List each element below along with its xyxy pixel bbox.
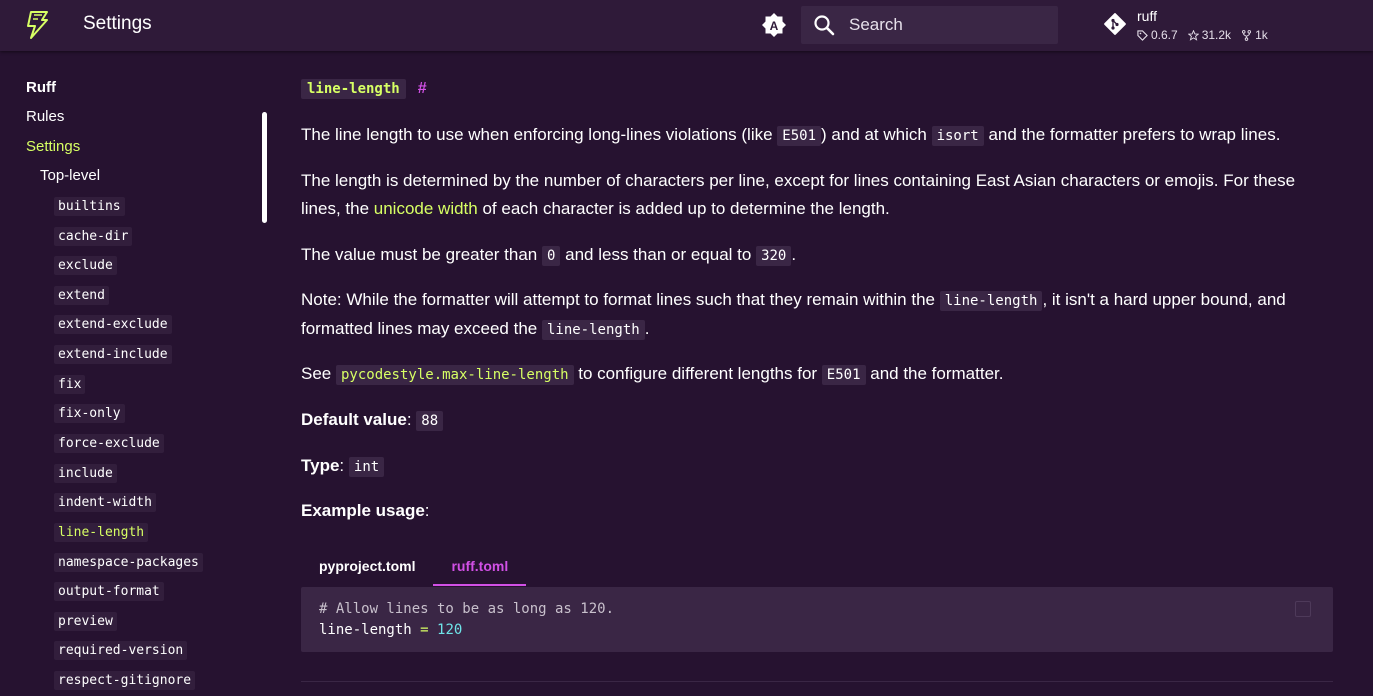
copy-icon[interactable] xyxy=(1295,601,1311,617)
sidebar-setting-builtins[interactable]: builtins xyxy=(54,197,125,216)
ruff-bolt-logo-icon[interactable] xyxy=(25,11,49,39)
search-input[interactable] xyxy=(849,6,1049,44)
setting-heading: line-length # xyxy=(301,79,427,99)
search-icon xyxy=(814,15,835,36)
sidebar-setting-namespace-packages[interactable]: namespace-packages xyxy=(54,553,203,572)
sidebar-setting-respect-gitignore[interactable]: respect-gitignore xyxy=(54,671,196,690)
sidebar-setting-cache-dir[interactable]: cache-dir xyxy=(54,227,133,246)
code-comment: # Allow lines to be as long as 120. xyxy=(319,601,615,617)
setting-title: line-length xyxy=(301,79,406,99)
sidebar-setting-indent-width[interactable]: indent-width xyxy=(54,493,156,512)
sidebar-setting-force-exclude[interactable]: force-exclude xyxy=(54,434,164,453)
repo-stars: 31.2k xyxy=(1187,28,1231,42)
sidebar-setting-include[interactable]: include xyxy=(54,464,117,483)
star-icon xyxy=(1187,29,1199,41)
pycodestyle-max-line-length-link[interactable]: pycodestyle.max-line-length xyxy=(335,365,574,385)
main-content: line-length # The line length to use whe… xyxy=(301,51,1341,696)
sidebar-nav: Ruff Rules Settings Top-level builtins c… xyxy=(0,51,270,696)
default-value: Default value: 88 xyxy=(301,406,1336,435)
description-paragraph-3: The value must be greater than 0 and les… xyxy=(301,245,797,266)
description-paragraph-5: See pycodestyle.max-line-length to confi… xyxy=(301,364,1004,385)
repo-name: ruff xyxy=(1137,8,1157,24)
repository-link[interactable]: ruff 0.6.7 31.2k 1k xyxy=(1103,8,1303,44)
sidebar-item-rules[interactable]: Rules xyxy=(26,108,64,125)
color-palette-icon[interactable]: A xyxy=(761,12,787,38)
git-icon xyxy=(1104,13,1126,35)
sidebar-setting-extend-exclude[interactable]: extend-exclude xyxy=(54,315,172,334)
repo-forks: 1k xyxy=(1241,28,1268,42)
sidebar-item-top-level[interactable]: Top-level xyxy=(40,167,100,184)
sidebar-item-ruff[interactable]: Ruff xyxy=(26,79,56,96)
description-paragraph-2: The length is determined by the number o… xyxy=(301,171,1296,218)
example-tabs: pyproject.toml ruff.toml xyxy=(301,548,527,586)
tab-pyproject-toml[interactable]: pyproject.toml xyxy=(301,548,433,586)
sidebar-setting-exclude[interactable]: exclude xyxy=(54,256,117,275)
description-paragraph-1: The line length to use when enforcing lo… xyxy=(301,125,1281,146)
sidebar-setting-line-length[interactable]: line-length xyxy=(54,523,149,542)
sidebar-setting-preview[interactable]: preview xyxy=(54,612,117,631)
code-line: line-length = 120 xyxy=(319,622,463,638)
repo-version: 0.6.7 xyxy=(1137,28,1178,42)
type-value: Type: int xyxy=(301,452,1336,481)
section-divider xyxy=(301,681,1333,682)
tab-ruff-toml[interactable]: ruff.toml xyxy=(433,548,527,586)
heading-anchor-link[interactable]: # xyxy=(418,80,427,98)
sidebar-scrollbar[interactable] xyxy=(262,112,267,223)
sidebar-setting-extend-include[interactable]: extend-include xyxy=(54,345,172,364)
sidebar-setting-fix[interactable]: fix xyxy=(54,375,86,394)
example-code-block: # Allow lines to be as long as 120. line… xyxy=(301,587,1333,652)
sidebar-item-settings[interactable]: Settings xyxy=(26,138,80,155)
page-title: Settings xyxy=(83,13,152,34)
tag-icon xyxy=(1137,29,1148,41)
unicode-width-link[interactable]: unicode width xyxy=(374,199,478,218)
example-usage-label: Example usage: xyxy=(301,501,430,520)
svg-text:A: A xyxy=(770,19,779,33)
repo-facts: 0.6.7 31.2k 1k xyxy=(1137,28,1268,42)
top-header: Settings A ruff 0.6.7 31.2k xyxy=(0,0,1373,51)
search-box[interactable] xyxy=(801,6,1058,44)
fork-icon xyxy=(1242,29,1252,41)
description-paragraph-4: Note: While the formatter will attempt t… xyxy=(301,290,1286,340)
sidebar-setting-fix-only[interactable]: fix-only xyxy=(54,404,125,423)
sidebar-setting-required-version[interactable]: required-version xyxy=(54,641,188,660)
sidebar-setting-extend[interactable]: extend xyxy=(54,286,109,305)
sidebar-setting-output-format[interactable]: output-format xyxy=(54,582,164,601)
